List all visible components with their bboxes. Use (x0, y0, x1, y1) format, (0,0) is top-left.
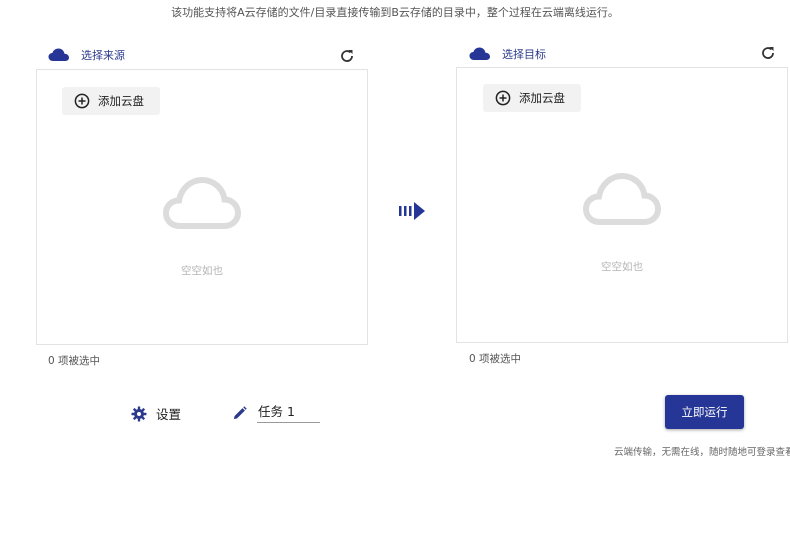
target-header: 选择目标 (469, 44, 546, 64)
settings-button[interactable]: 设置 (131, 404, 181, 423)
source-refresh-icon[interactable] (339, 48, 355, 64)
empty-cloud-icon (162, 176, 242, 229)
target-selected-count: 0 项被选中 (469, 353, 522, 365)
add-circle-icon (74, 93, 90, 109)
add-circle-icon (495, 90, 511, 106)
run-now-button[interactable]: 立即运行 (665, 395, 744, 429)
cloud-icon (48, 48, 69, 61)
target-panel: 添加云盘 空空如也 (456, 67, 788, 343)
task-name-editor (232, 403, 320, 423)
empty-cloud-icon (582, 172, 662, 225)
source-label: 选择来源 (81, 49, 125, 62)
source-panel: 添加云盘 空空如也 (36, 69, 368, 345)
feature-description: 该功能支持将A云存储的文件/目录直接传输到B云存储的目录中，整个过程在云端离线运… (171, 6, 619, 19)
source-empty-text: 空空如也 (181, 265, 223, 277)
target-refresh-icon[interactable] (760, 45, 776, 61)
transfer-tip: 云端传输，无需在线，随时随地可登录查看 (614, 447, 790, 458)
task-name-input[interactable] (257, 403, 320, 423)
target-label: 选择目标 (502, 48, 546, 61)
transfer-arrow-icon (399, 202, 425, 220)
gear-icon (131, 406, 147, 421)
settings-label: 设置 (156, 407, 182, 422)
target-empty-text: 空空如也 (601, 261, 643, 273)
source-add-cloud-label: 添加云盘 (98, 94, 144, 108)
source-selected-count: 0 项被选中 (48, 355, 101, 367)
pencil-icon (233, 405, 247, 419)
target-add-cloud-button[interactable]: 添加云盘 (483, 84, 581, 112)
target-add-cloud-label: 添加云盘 (519, 91, 565, 105)
source-header: 选择来源 (48, 45, 125, 65)
cloud-icon (469, 47, 490, 60)
source-add-cloud-button[interactable]: 添加云盘 (62, 87, 160, 115)
